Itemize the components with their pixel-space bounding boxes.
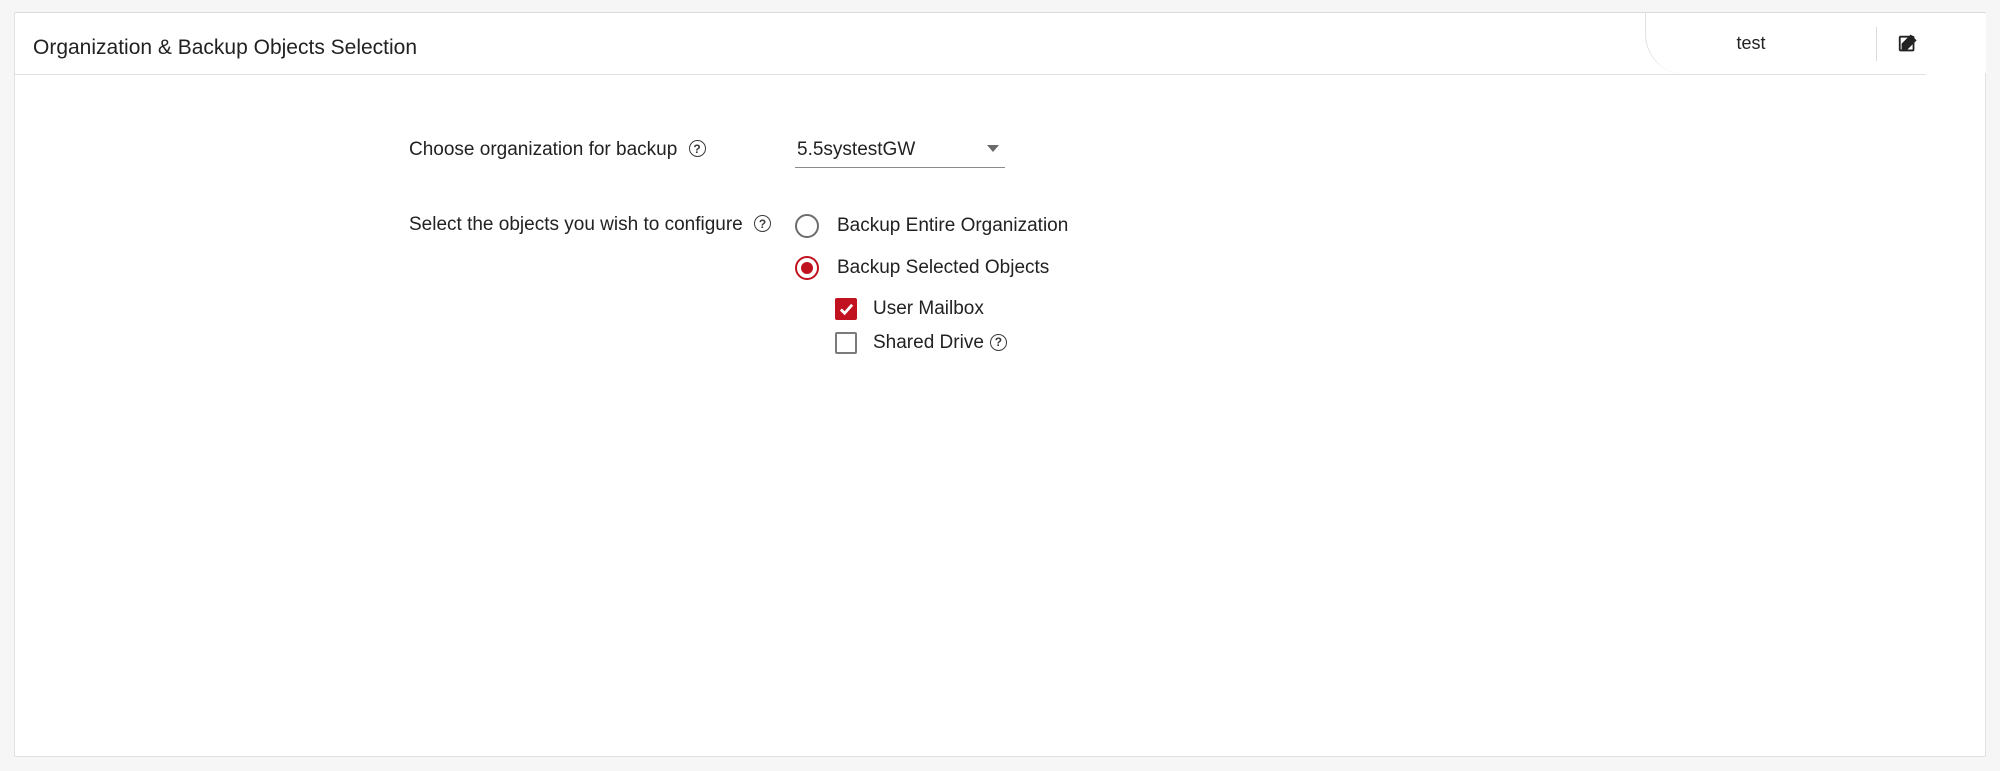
header-tab: test bbox=[1645, 12, 1955, 74]
chevron-down-icon bbox=[987, 145, 999, 152]
checkbox-icon bbox=[835, 298, 857, 320]
tab-label: test bbox=[1646, 33, 1856, 54]
help-icon[interactable]: ? bbox=[689, 140, 706, 157]
checkbox-label: Shared Drive bbox=[873, 332, 984, 354]
page-title: Organization & Backup Objects Selection bbox=[33, 36, 417, 60]
radio-backup-selected-objects[interactable]: Backup Selected Objects bbox=[795, 256, 1068, 280]
panel: Organization & Backup Objects Selection … bbox=[14, 12, 1986, 757]
org-label: Choose organization for backup ? bbox=[15, 139, 795, 161]
tab-divider bbox=[1876, 27, 1877, 61]
checkbox-shared-drive[interactable]: Shared Drive ? bbox=[835, 332, 1068, 354]
radio-icon bbox=[795, 214, 819, 238]
panel-header: Organization & Backup Objects Selection … bbox=[15, 13, 1985, 75]
radio-label: Backup Selected Objects bbox=[837, 257, 1049, 279]
radio-backup-entire-org[interactable]: Backup Entire Organization bbox=[795, 214, 1068, 238]
organization-dropdown[interactable]: 5.5systestGW bbox=[795, 139, 1005, 168]
checkbox-label: User Mailbox bbox=[873, 298, 984, 320]
checkbox-icon bbox=[835, 332, 857, 354]
help-icon[interactable]: ? bbox=[990, 334, 1007, 351]
help-icon[interactable]: ? bbox=[754, 215, 771, 232]
organization-selected: 5.5systestGW bbox=[797, 139, 915, 160]
radio-icon bbox=[795, 256, 819, 280]
objects-label: Select the objects you wish to configure… bbox=[15, 214, 795, 236]
checkbox-user-mailbox[interactable]: User Mailbox bbox=[835, 298, 1068, 320]
edit-icon[interactable] bbox=[1897, 33, 1919, 55]
radio-label: Backup Entire Organization bbox=[837, 215, 1068, 237]
